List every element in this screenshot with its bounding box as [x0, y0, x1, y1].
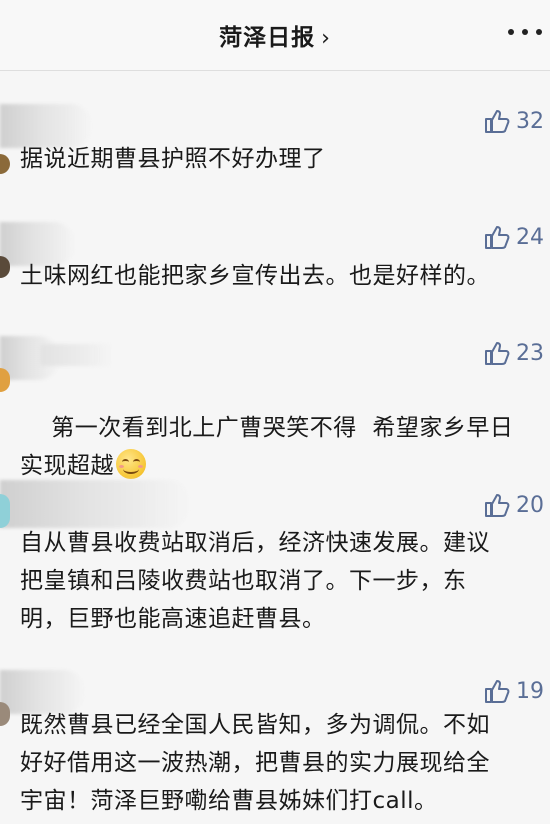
comment-text: 土味网红也能把家乡宣传出去。也是好样的。 — [20, 263, 490, 289]
avatar[interactable] — [0, 480, 190, 528]
thumbs-up-icon — [485, 226, 510, 249]
comment-item: 19 既然曹县已经全国人民皆知，多为调侃。不如 好好借用这一波热潮，把曹县的实力… — [0, 660, 550, 824]
like-button[interactable]: 20 — [484, 492, 550, 518]
like-button[interactable]: 23 — [484, 340, 550, 366]
like-count: 23 — [516, 340, 544, 366]
thumbs-up-icon — [485, 494, 510, 517]
top-bar: 菏泽日报 › — [0, 0, 550, 71]
comment-text: 据说近期曹县护照不好办理了 — [20, 146, 326, 172]
like-button[interactable]: 24 — [484, 224, 550, 250]
like-count: 19 — [516, 678, 544, 704]
comment-item: 32 据说近期曹县护照不好办理了 — [0, 96, 550, 186]
like-count: 24 — [516, 224, 544, 250]
like-button[interactable]: 19 — [484, 678, 550, 704]
comment-text: 既然曹县已经全国人民皆知，多为调侃。不如 好好借用这一波热潮，把曹县的实力展现给… — [20, 712, 490, 814]
comment-text: 第一次看到北上广曹哭笑不得 希望家乡早日 实现超越 — [20, 415, 514, 479]
thumbs-up-icon — [485, 110, 510, 133]
avatar-edge — [0, 494, 10, 528]
more-dot — [522, 29, 528, 35]
account-title-label: 菏泽日报 — [219, 25, 316, 51]
username[interactable] — [40, 344, 112, 366]
comment-item: 20 自从曹县收费站取消后，经济快速发展。建议 把皇镇和吕陵收费站也取消了。下一… — [0, 474, 550, 634]
thumbs-up-icon — [485, 680, 510, 703]
avatar-edge — [0, 154, 10, 174]
chevron-right-icon: › — [321, 26, 331, 51]
like-count: 20 — [516, 492, 544, 518]
more-icon[interactable] — [508, 22, 542, 42]
more-dot — [536, 29, 542, 35]
like-button[interactable]: 32 — [484, 108, 550, 134]
comment-text: 自从曹县收费站取消后，经济快速发展。建议 把皇镇和吕陵收费站也取消了。下一步，东… — [20, 530, 490, 632]
more-dot — [508, 29, 514, 35]
like-count: 32 — [516, 108, 544, 134]
comment-item: 24 土味网红也能把家乡宣传出去。也是好样的。 — [0, 212, 550, 302]
comment-item: 23 第一次看到北上广曹哭笑不得 希望家乡早日 实现超越 — [0, 328, 550, 479]
account-title[interactable]: 菏泽日报 › — [0, 18, 550, 52]
thumbs-up-icon — [485, 342, 510, 365]
